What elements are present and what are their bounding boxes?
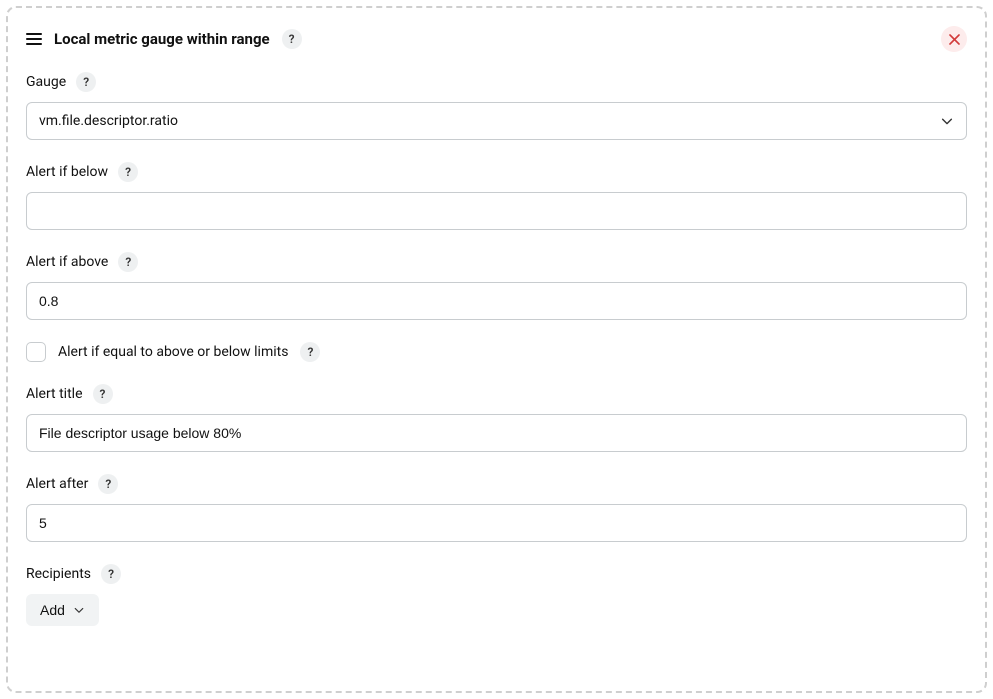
gauge-label-row: Gauge ?	[26, 72, 967, 92]
alert-below-input[interactable]	[26, 192, 967, 230]
help-icon[interactable]: ?	[101, 564, 121, 584]
alert-title-label-row: Alert title ?	[26, 384, 967, 404]
alert-above-field: Alert if above ?	[26, 252, 967, 320]
alert-below-field: Alert if below ?	[26, 162, 967, 230]
alert-after-field: Alert after ?	[26, 474, 967, 542]
alert-above-label-row: Alert if above ?	[26, 252, 967, 272]
close-icon	[949, 34, 960, 45]
help-icon[interactable]: ?	[98, 474, 118, 494]
alert-equal-checkbox[interactable]	[26, 342, 46, 362]
alert-title-field: Alert title ?	[26, 384, 967, 452]
recipients-label-row: Recipients ?	[26, 564, 967, 584]
help-icon[interactable]: ?	[118, 252, 138, 272]
help-icon[interactable]: ?	[76, 72, 96, 92]
help-icon[interactable]: ?	[93, 384, 113, 404]
gauge-label: Gauge	[26, 74, 66, 90]
chevron-down-icon	[940, 114, 954, 128]
alert-above-label: Alert if above	[26, 254, 108, 270]
close-button[interactable]	[941, 26, 967, 52]
alert-after-input[interactable]	[26, 504, 967, 542]
gauge-select-value: vm.file.descriptor.ratio	[39, 113, 178, 129]
alert-equal-label: Alert if equal to above or below limits	[58, 344, 288, 360]
chevron-down-icon	[73, 604, 85, 616]
metric-gauge-panel: Local metric gauge within range ? Gauge …	[6, 6, 987, 693]
gauge-select[interactable]: vm.file.descriptor.ratio	[26, 102, 967, 140]
panel-title: Local metric gauge within range	[54, 30, 270, 48]
drag-handle-icon[interactable]	[26, 33, 42, 45]
alert-below-label: Alert if below	[26, 164, 108, 180]
alert-above-input[interactable]	[26, 282, 967, 320]
alert-equal-row: Alert if equal to above or below limits …	[26, 342, 967, 362]
alert-below-label-row: Alert if below ?	[26, 162, 967, 182]
alert-title-label: Alert title	[26, 386, 83, 402]
gauge-field: Gauge ? vm.file.descriptor.ratio	[26, 72, 967, 140]
help-icon[interactable]: ?	[300, 342, 320, 362]
panel-header: Local metric gauge within range ?	[26, 26, 967, 52]
add-button-label: Add	[40, 602, 65, 618]
add-recipient-button[interactable]: Add	[26, 594, 99, 626]
alert-after-label: Alert after	[26, 476, 88, 492]
help-icon[interactable]: ?	[282, 29, 302, 49]
alert-title-input[interactable]	[26, 414, 967, 452]
recipients-field: Recipients ? Add	[26, 564, 967, 626]
help-icon[interactable]: ?	[118, 162, 138, 182]
recipients-label: Recipients	[26, 566, 91, 582]
alert-after-label-row: Alert after ?	[26, 474, 967, 494]
